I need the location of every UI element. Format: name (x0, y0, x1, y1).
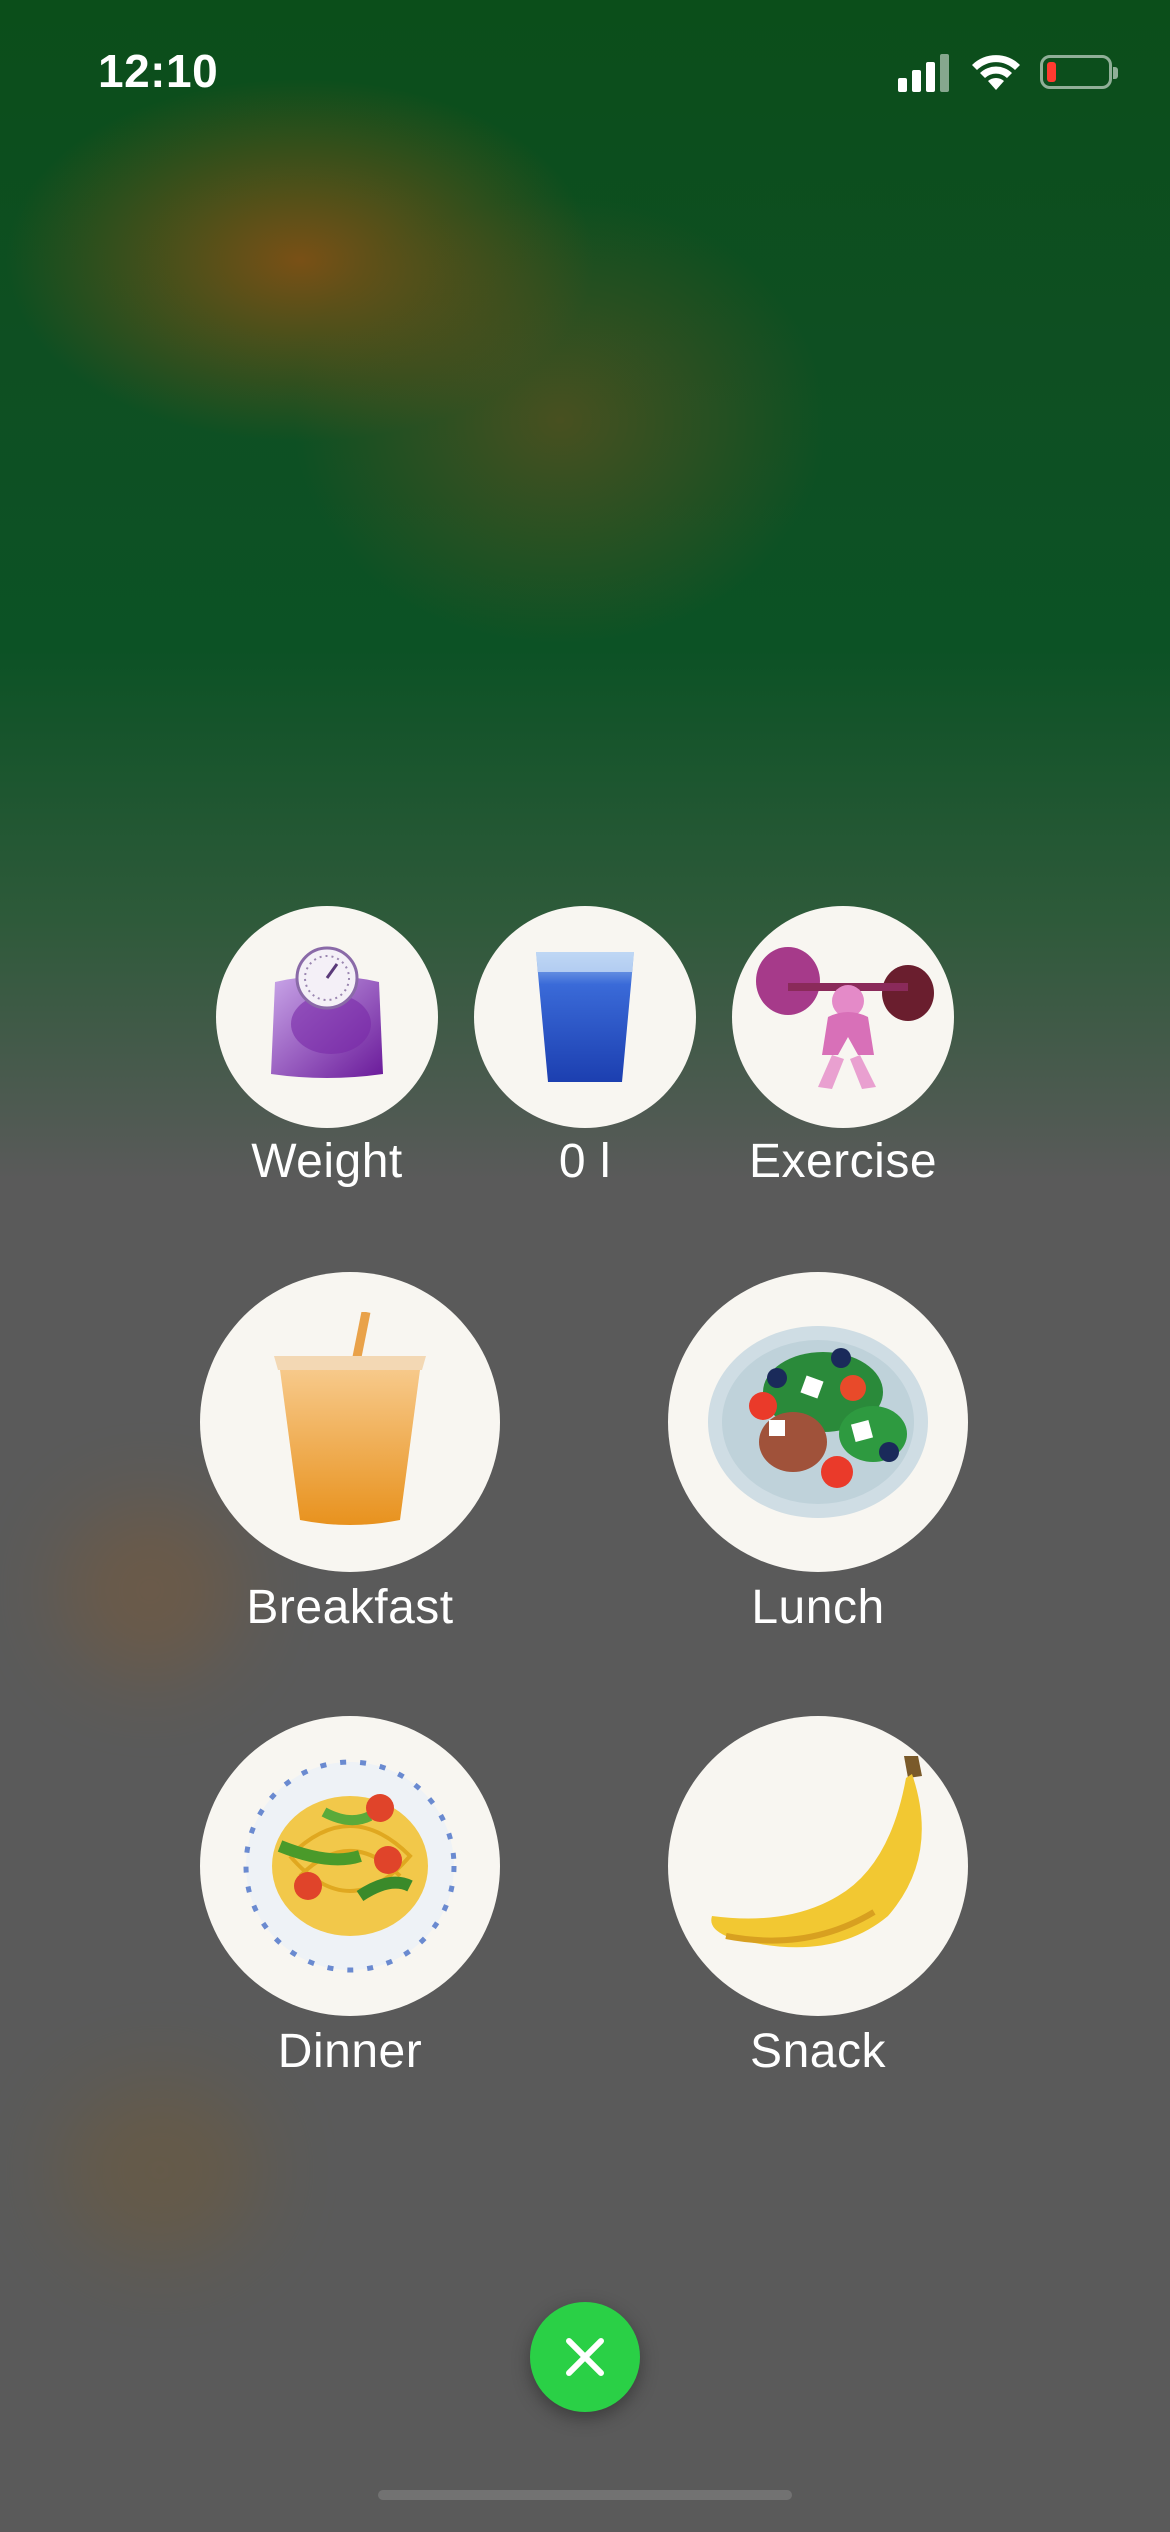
close-button[interactable] (530, 2302, 640, 2412)
salad-bowl-icon (708, 1326, 928, 1518)
dinner-label: Dinner (277, 2025, 423, 2078)
snack-label: Snack (750, 2025, 886, 2078)
home-indicator[interactable] (378, 2490, 792, 2500)
weight-label: Weight (251, 1135, 403, 1188)
water-glass-icon (536, 952, 634, 1082)
weightlifter-icon (756, 947, 934, 1089)
snack-circle[interactable] (668, 1716, 968, 2016)
weighing-scale-icon (271, 946, 383, 1078)
battery-level (1047, 62, 1056, 82)
exercise-label: Exercise (748, 1135, 938, 1188)
cellular-signal-icon (898, 52, 952, 92)
close-icon (566, 2338, 604, 2376)
water-label: 0 l (558, 1135, 612, 1188)
lunch-label: Lunch (751, 1581, 885, 1634)
banana-icon (711, 1756, 922, 1948)
wifi-icon (972, 55, 1020, 90)
juice-cup-icon (274, 1312, 426, 1525)
dinner-circle[interactable] (200, 1716, 500, 2016)
breakfast-label: Breakfast (246, 1581, 454, 1634)
lunch-circle[interactable] (668, 1272, 968, 1572)
battery-low-icon (1040, 55, 1118, 89)
status-icons (898, 52, 1118, 92)
pasta-plate-icon (243, 1759, 457, 1973)
water-circle[interactable] (474, 906, 696, 1128)
breakfast-circle[interactable] (200, 1272, 500, 1572)
status-bar: 12:10 (0, 0, 1170, 150)
weight-circle[interactable] (216, 906, 438, 1128)
exercise-circle[interactable] (732, 906, 954, 1128)
blurred-background (0, 0, 1170, 2532)
status-time: 12:10 (98, 45, 219, 97)
background-blob (60, 2080, 260, 2260)
background-blob (60, 1500, 240, 1680)
